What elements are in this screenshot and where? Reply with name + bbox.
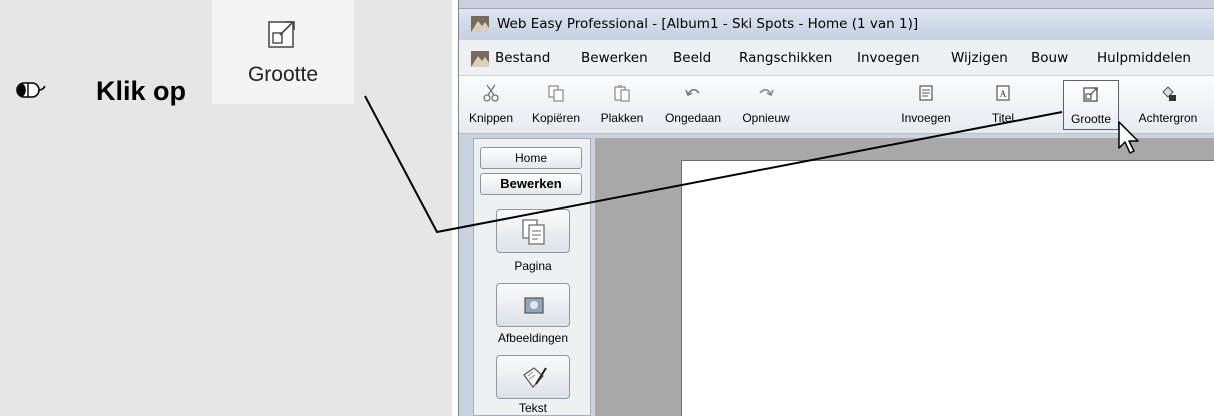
undo-button[interactable]: Ongedaan <box>655 80 731 130</box>
paste-button[interactable]: Plakken <box>589 80 655 130</box>
instruction-panel: Klik op Grootte <box>0 0 452 416</box>
page-icon <box>522 219 545 245</box>
copy-icon <box>548 85 564 102</box>
undo-icon <box>685 88 700 97</box>
title-button[interactable]: A Titel <box>973 80 1033 130</box>
resize-icon <box>1083 87 1098 102</box>
mouse-pointer-icon <box>1118 121 1139 154</box>
cut-button[interactable]: Knippen <box>459 80 523 130</box>
insert-label: Invoegen <box>901 111 951 125</box>
app-logo-icon <box>471 16 489 32</box>
side-panel: Home Bewerken Pagina Afbeeldingen Tekst <box>473 138 591 416</box>
tab-home[interactable]: Home <box>480 147 582 169</box>
insert-button[interactable]: Invoegen <box>889 80 963 130</box>
menu-rangschikken[interactable]: Rangschikken <box>739 50 832 66</box>
background-icon <box>1162 86 1176 101</box>
resize-icon <box>268 21 295 48</box>
menu-invoegen[interactable]: Invoegen <box>857 50 920 66</box>
redo-button[interactable]: Opnieuw <box>731 80 801 130</box>
cut-label: Knippen <box>468 111 514 125</box>
grootte-label: Grootte <box>1070 112 1112 126</box>
page-preview[interactable] <box>681 160 1214 416</box>
title-label: Titel <box>991 111 1015 125</box>
redo-label: Opnieuw <box>742 111 790 125</box>
tab-bewerken[interactable]: Bewerken <box>480 173 582 195</box>
copy-button[interactable]: Kopiëren <box>523 80 589 130</box>
app-window: Web Easy Professional - [Album1 - Ski Sp… <box>458 0 1214 416</box>
image-icon <box>524 297 544 314</box>
toolbar: Knippen Kopiëren Plakken Ongedaan Opnieu… <box>459 76 1214 134</box>
grootte-callout: Grootte <box>212 0 354 104</box>
mouse-left-click-icon <box>16 82 46 98</box>
menu-bouw[interactable]: Bouw <box>1031 50 1068 66</box>
menu-bar: Bestand Bewerken Beeld Rangschikken Invo… <box>459 40 1214 76</box>
sidebar-label-afbeeldingen: Afbeeldingen <box>497 331 569 345</box>
insert-icon <box>919 85 933 101</box>
menu-wijzigen[interactable]: Wijzigen <box>951 50 1008 66</box>
sidebar-item-afbeeldingen[interactable] <box>496 283 570 327</box>
menu-bestand[interactable]: Bestand <box>495 50 550 66</box>
instruction-text: Klik op <box>96 76 187 106</box>
sidebar-item-tekst[interactable] <box>496 355 570 399</box>
menu-hulpmiddelen[interactable]: Hulpmiddelen <box>1097 50 1191 66</box>
scissors-icon <box>483 84 499 102</box>
paste-label: Plakken <box>600 111 644 125</box>
menu-beeld[interactable]: Beeld <box>673 50 711 66</box>
sidebar-item-pagina[interactable] <box>496 209 570 253</box>
paste-icon <box>614 85 630 102</box>
svg-text:A: A <box>1000 89 1007 99</box>
undo-label: Ongedaan <box>664 111 722 125</box>
menu-bewerken[interactable]: Bewerken <box>581 50 648 66</box>
text-edit-icon <box>523 367 547 388</box>
grootte-button[interactable]: Grootte <box>1063 80 1119 130</box>
title-bar: Web Easy Professional - [Album1 - Ski Sp… <box>459 8 1214 38</box>
sidebar-label-pagina: Pagina <box>514 259 552 273</box>
redo-icon <box>759 88 774 97</box>
copy-label: Kopiëren <box>531 111 581 125</box>
sidebar-label-tekst: Tekst <box>518 401 547 415</box>
app-menu-icon[interactable] <box>471 51 489 67</box>
title-icon: A <box>996 85 1010 101</box>
callout-label: Grootte <box>247 63 319 86</box>
window-title: Web Easy Professional - [Album1 - Ski Sp… <box>497 16 919 32</box>
editor-canvas[interactable] <box>595 138 1214 416</box>
